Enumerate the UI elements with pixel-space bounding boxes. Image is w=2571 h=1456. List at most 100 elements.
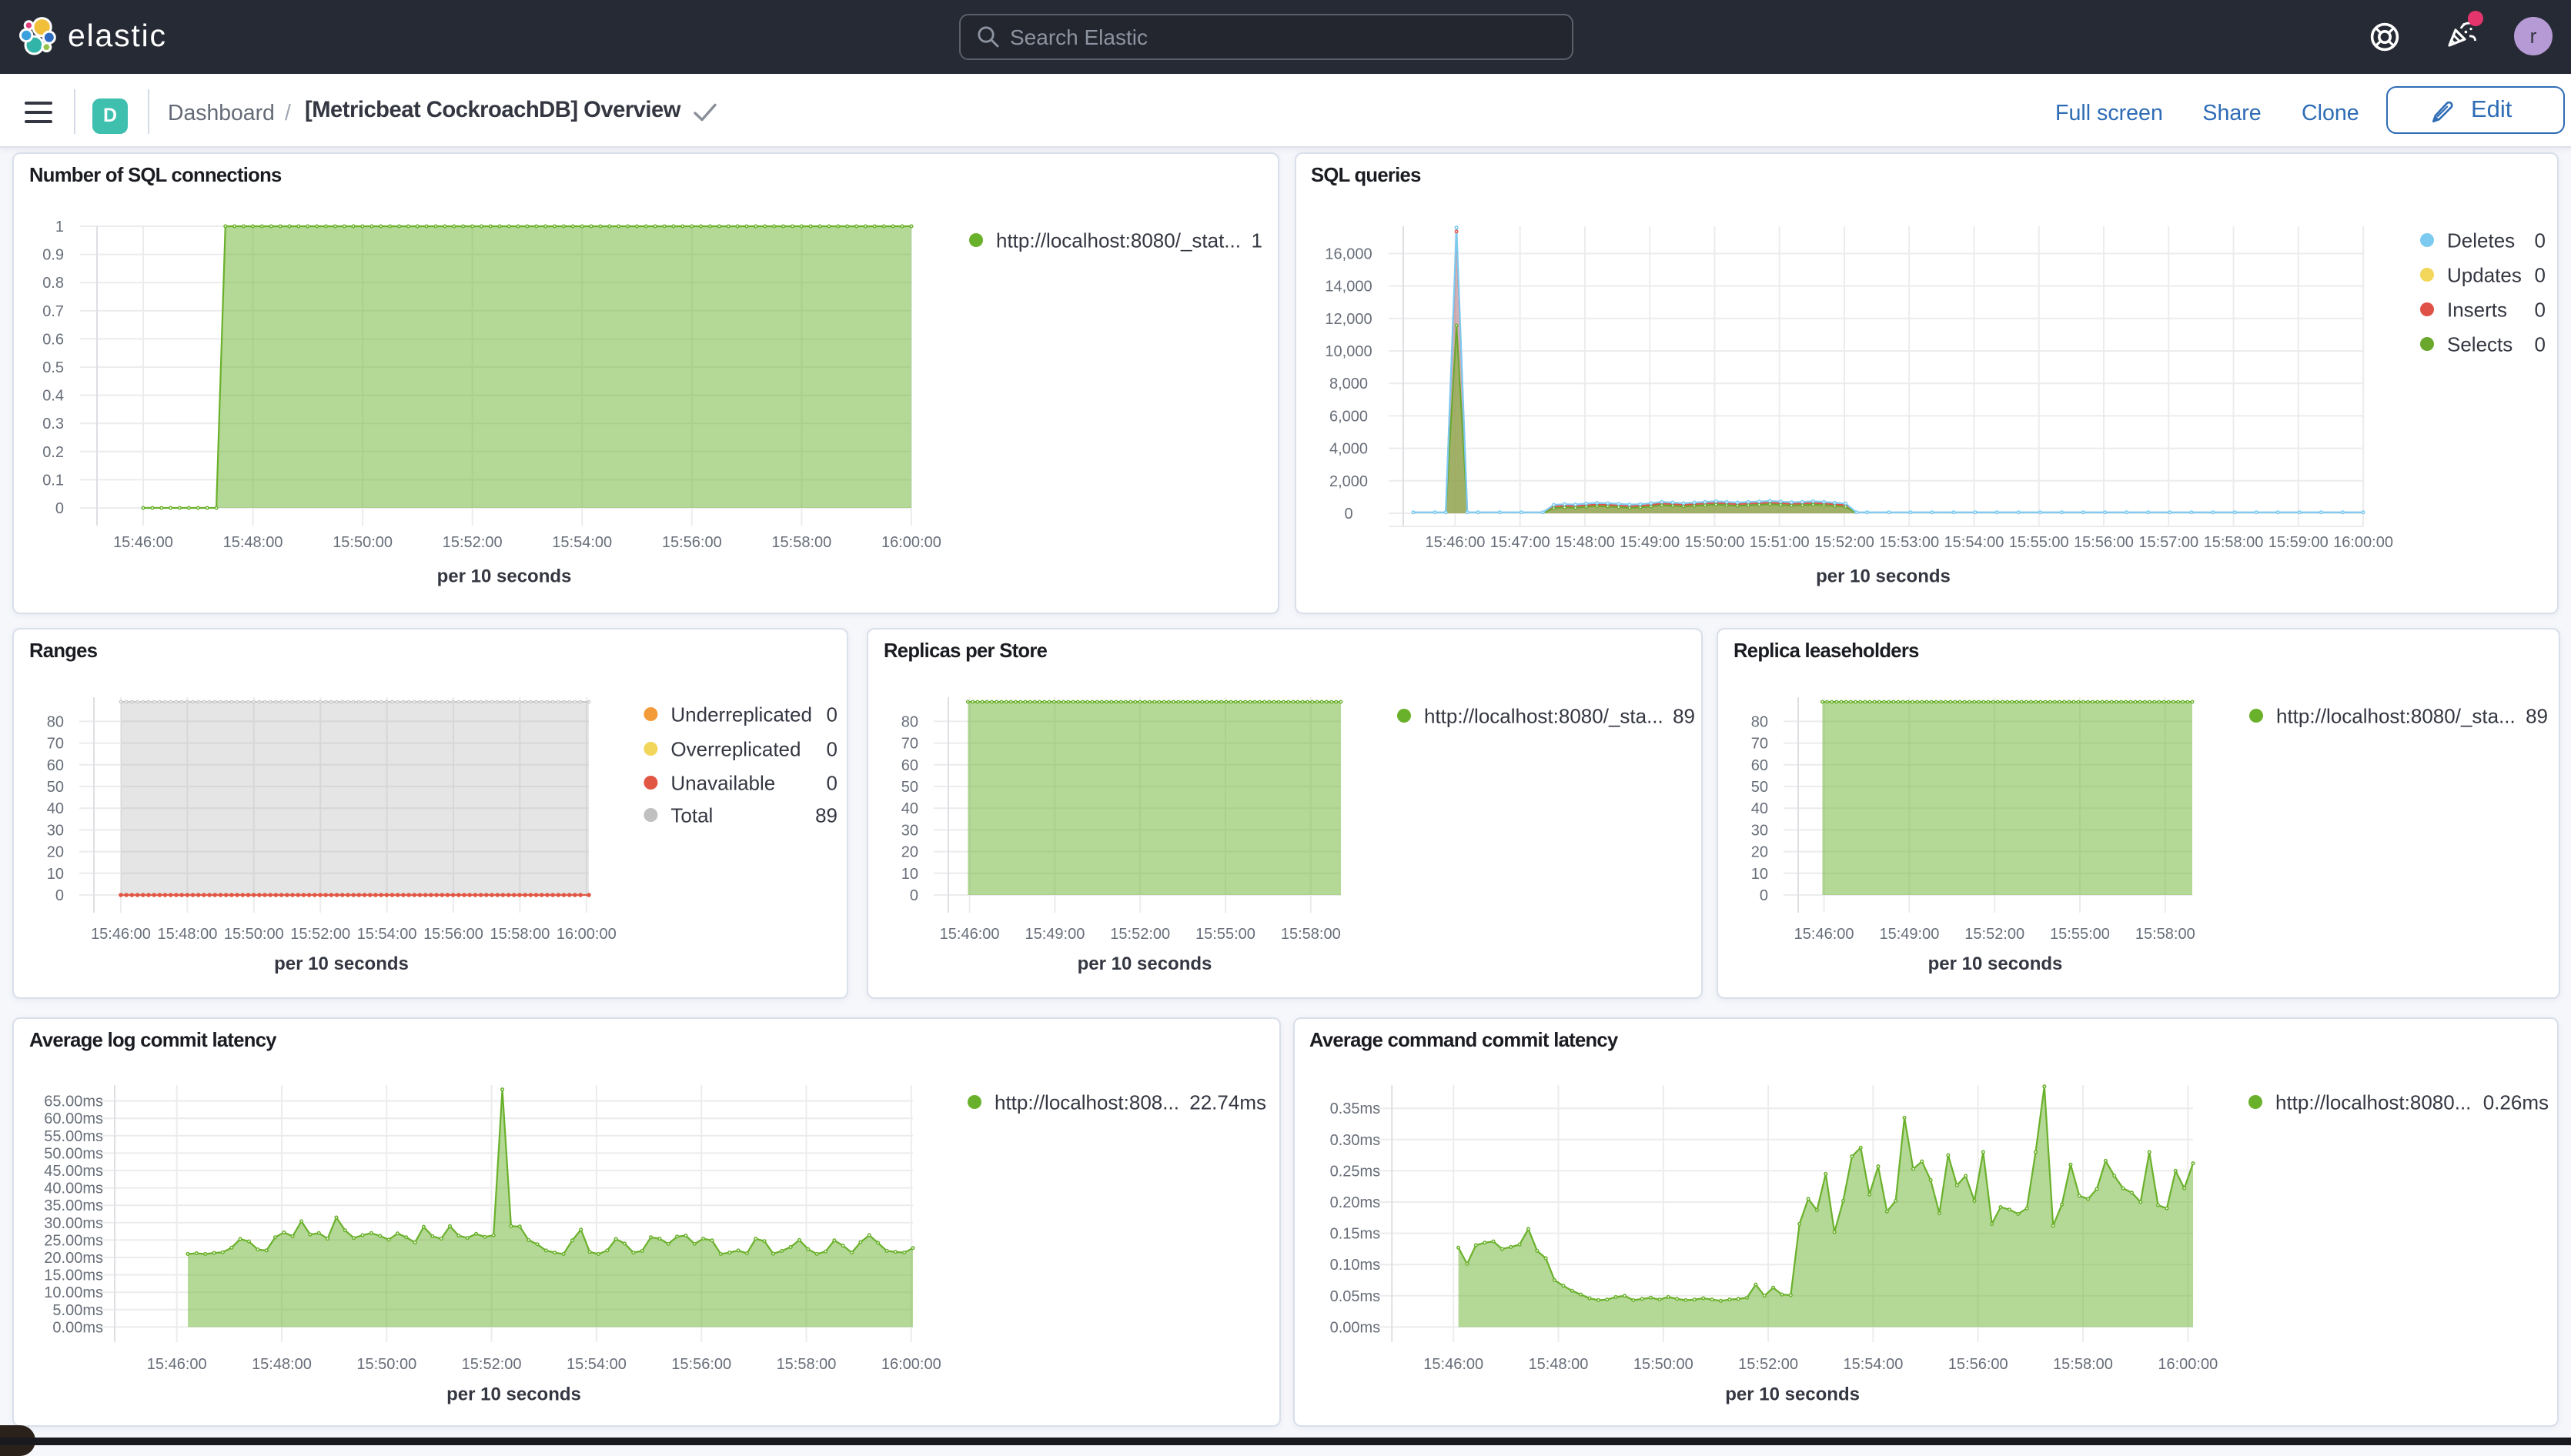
svg-text:0: 0 (2534, 263, 2545, 286)
svg-text:70: 70 (1751, 736, 1768, 753)
svg-text:10: 10 (47, 866, 64, 883)
svg-text:15:48:00: 15:48:00 (157, 926, 217, 943)
svg-text:15:54:00: 15:54:00 (357, 926, 417, 943)
svg-text:15:50:00: 15:50:00 (1684, 534, 1744, 551)
svg-text:15:46:00: 15:46:00 (940, 926, 1000, 943)
svg-text:2,000: 2,000 (1329, 473, 1367, 490)
svg-text:20.00ms: 20.00ms (44, 1250, 103, 1267)
svg-text:15:49:00: 15:49:00 (1025, 926, 1085, 943)
svg-text:25.00ms: 25.00ms (44, 1232, 103, 1249)
svg-text:16,000: 16,000 (1324, 245, 1371, 262)
svg-text:0.25ms: 0.25ms (1329, 1163, 1380, 1180)
svg-text:14,000: 14,000 (1324, 279, 1371, 296)
svg-text:89: 89 (1673, 704, 1695, 727)
svg-text:15:53:00: 15:53:00 (1878, 534, 1938, 551)
svg-text:0.2: 0.2 (42, 444, 64, 461)
svg-text:Inserts: Inserts (2446, 298, 2506, 321)
svg-text:70: 70 (47, 736, 64, 753)
svg-text:15:56:00: 15:56:00 (662, 534, 722, 551)
svg-text:15:49:00: 15:49:00 (1879, 926, 1939, 943)
svg-text:15:49:00: 15:49:00 (1619, 534, 1679, 551)
svg-text:15:52:00: 15:52:00 (1110, 926, 1170, 943)
svg-text:16:00:00: 16:00:00 (881, 534, 941, 551)
svg-text:10: 10 (1751, 866, 1768, 883)
svg-text:15:48:00: 15:48:00 (1528, 1356, 1588, 1373)
svg-text:per 10 seconds: per 10 seconds (1724, 1384, 1859, 1404)
svg-text:15:46:00: 15:46:00 (147, 1356, 207, 1373)
svg-text:16:00:00: 16:00:00 (2157, 1356, 2217, 1373)
svg-text:30: 30 (901, 822, 918, 839)
svg-text:0: 0 (827, 771, 837, 794)
svg-text:per 10 seconds: per 10 seconds (274, 953, 409, 974)
svg-text:15:54:00: 15:54:00 (1842, 1356, 1902, 1373)
svg-text:15:48:00: 15:48:00 (223, 534, 283, 551)
svg-text:50: 50 (901, 779, 918, 796)
svg-text:http://localhost:8080/_stat...: http://localhost:8080/_stat... (996, 229, 1241, 252)
svg-text:45.00ms: 45.00ms (44, 1163, 103, 1180)
svg-text:15:54:00: 15:54:00 (1944, 534, 2004, 551)
svg-text:15:59:00: 15:59:00 (2268, 534, 2328, 551)
svg-text:30: 30 (47, 822, 64, 839)
svg-text:15:52:00: 15:52:00 (1737, 1356, 1797, 1373)
svg-text:0.20ms: 0.20ms (1329, 1194, 1380, 1211)
svg-text:8,000: 8,000 (1329, 376, 1367, 392)
svg-text:40: 40 (1751, 800, 1768, 817)
svg-text:0: 0 (910, 887, 918, 904)
svg-text:15:50:00: 15:50:00 (356, 1356, 416, 1373)
svg-text:15:58:00: 15:58:00 (2203, 534, 2263, 551)
svg-text:10.00ms: 10.00ms (44, 1284, 103, 1301)
svg-text:15:56:00: 15:56:00 (1947, 1356, 2008, 1373)
svg-text:50: 50 (47, 779, 64, 796)
svg-text:15:58:00: 15:58:00 (771, 534, 831, 551)
svg-text:15:51:00: 15:51:00 (1749, 534, 1809, 551)
svg-text:0.35ms: 0.35ms (1329, 1100, 1380, 1117)
svg-text:0: 0 (1343, 506, 1352, 523)
svg-text:80: 80 (901, 713, 918, 730)
svg-text:12,000: 12,000 (1324, 311, 1371, 328)
svg-text:15:58:00: 15:58:00 (777, 1356, 837, 1373)
svg-text:0.6: 0.6 (42, 331, 64, 348)
svg-text:0: 0 (2534, 298, 2545, 321)
svg-text:per 10 seconds: per 10 seconds (437, 566, 572, 587)
svg-text:35.00ms: 35.00ms (44, 1197, 103, 1214)
svg-text:http://localhost:8080/_sta...: http://localhost:8080/_sta... (2276, 704, 2516, 727)
svg-text:0: 0 (55, 887, 64, 904)
svg-text:15:46:00: 15:46:00 (1424, 534, 1484, 551)
svg-text:http://localhost:808...: http://localhost:808... (995, 1090, 1179, 1114)
svg-text:15:56:00: 15:56:00 (2073, 534, 2133, 551)
svg-text:Underreplicated: Underreplicated (670, 703, 812, 726)
svg-text:15:57:00: 15:57:00 (2138, 534, 2198, 551)
svg-text:15:58:00: 15:58:00 (490, 926, 550, 943)
svg-text:0: 0 (1760, 887, 1768, 904)
svg-text:16:00:00: 16:00:00 (2332, 534, 2392, 551)
svg-text:80: 80 (47, 713, 64, 730)
svg-text:15:56:00: 15:56:00 (671, 1356, 731, 1373)
svg-text:15:52:00: 15:52:00 (443, 534, 503, 551)
svg-text:15:48:00: 15:48:00 (1554, 534, 1614, 551)
svg-text:15:50:00: 15:50:00 (224, 926, 284, 943)
svg-text:10,000: 10,000 (1324, 343, 1371, 360)
svg-text:16:00:00: 16:00:00 (557, 926, 617, 943)
svg-text:22.74ms: 22.74ms (1189, 1090, 1266, 1114)
svg-text:0.30ms: 0.30ms (1329, 1132, 1380, 1149)
svg-text:0.9: 0.9 (42, 247, 64, 264)
svg-text:15:46:00: 15:46:00 (1423, 1356, 1483, 1373)
svg-text:60: 60 (47, 757, 64, 774)
svg-text:15:58:00: 15:58:00 (1281, 926, 1341, 943)
svg-text:70: 70 (901, 736, 918, 753)
svg-text:0.10ms: 0.10ms (1329, 1257, 1380, 1274)
svg-text:0.8: 0.8 (42, 275, 64, 292)
svg-text:15:50:00: 15:50:00 (333, 534, 393, 551)
svg-text:30.00ms: 30.00ms (44, 1215, 103, 1232)
svg-text:4,000: 4,000 (1329, 441, 1367, 458)
svg-text:0.15ms: 0.15ms (1329, 1226, 1380, 1243)
svg-text:40: 40 (901, 800, 918, 817)
svg-text:15.00ms: 15.00ms (44, 1267, 103, 1284)
svg-text:0.00ms: 0.00ms (1329, 1319, 1380, 1336)
svg-text:0: 0 (2534, 229, 2545, 252)
svg-text:89: 89 (815, 803, 837, 827)
svg-text:1: 1 (55, 219, 64, 235)
svg-text:15:55:00: 15:55:00 (1195, 926, 1255, 943)
svg-text:50.00ms: 50.00ms (44, 1145, 103, 1162)
svg-text:0.1: 0.1 (42, 472, 64, 489)
